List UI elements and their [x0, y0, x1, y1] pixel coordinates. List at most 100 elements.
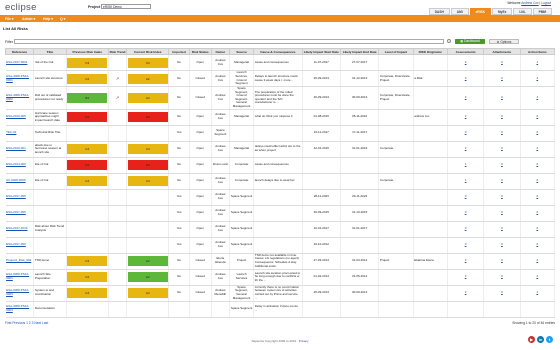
action-items-count[interactable]: 2 [520, 253, 556, 270]
assessments-count[interactable]: 2 [447, 285, 485, 302]
action-items-count-link[interactable]: 0 [536, 194, 538, 198]
action-items-count-link[interactable]: 0 [536, 178, 538, 182]
risk-reference[interactable]: ESA-2017-1019 [5, 221, 35, 238]
table-row[interactable]: Project1_Risk_002 TSR demo C3 A2 No Closed Ele… [5, 253, 556, 270]
attachments-count[interactable]: 0 [483, 70, 521, 87]
attachments-count-link[interactable]: 0 [501, 290, 503, 294]
action-items-count[interactable]: 0 [520, 205, 556, 222]
action-items-count-link[interactable]: 1 [536, 60, 538, 64]
attachments-count-link[interactable]: 0 [501, 95, 503, 99]
attachments-count[interactable]: 0 [483, 109, 521, 126]
pagination[interactable]: First Previous 1 2 3 Next Last [5, 321, 48, 325]
privacy-link[interactable]: Privacy [299, 339, 309, 343]
risk-reference[interactable]: ESA-2016-005 [5, 109, 35, 126]
attachments-count-link[interactable]: 0 [501, 130, 503, 134]
risk-reference[interactable]: ESA-4008-PS42-0004 [5, 301, 35, 318]
youtube-icon[interactable]: ▶ [528, 336, 535, 343]
tab-ami[interactable]: AMI [450, 8, 469, 15]
assessments-count[interactable]: 3 [447, 70, 485, 87]
menu-help[interactable]: Help ▾ [43, 17, 53, 21]
assessments-count-link[interactable]: 2 [465, 290, 467, 294]
table-row[interactable]: ESA-2017-0001 risk of the risk C3 C3 No Open A… [5, 54, 556, 71]
action-items-count[interactable]: 1 [520, 54, 556, 71]
assessments-count[interactable]: 2 [447, 54, 485, 71]
table-row[interactable]: ESA-4008-PS42-0001 Launch site structure C… [5, 70, 556, 87]
assessments-count-link[interactable]: 0 [465, 242, 467, 246]
tab-erisk[interactable]: eRISK [469, 8, 492, 15]
assessments-count[interactable]: 0 [447, 221, 485, 238]
risk-reference-link[interactable]: ESA-4008-PS42-0004 [6, 304, 29, 312]
attachments-count-link[interactable]: 0 [501, 242, 503, 246]
tab-lnl[interactable]: LNL [513, 8, 532, 15]
risk-reference[interactable]: ESA-2017-006 [5, 205, 35, 222]
risk-reference-link[interactable]: ESA-2017-006 [6, 210, 26, 214]
action-items-count[interactable]: 4 [520, 86, 556, 110]
pagination-links[interactable]: First Previous 1 2 3 Next Last [5, 321, 48, 325]
risk-reference-link[interactable]: ESA-2017-009 [6, 194, 26, 198]
attachments-count[interactable]: 0 [483, 54, 521, 71]
risk-reference[interactable]: TEC-01 [5, 125, 35, 142]
assessments-count-link[interactable]: 3 [465, 95, 467, 99]
user-link[interactable]: Andrew Cox [521, 1, 538, 5]
risk-reference-link[interactable]: ESA-6008-PS42-0003 [6, 288, 29, 296]
action-items-count[interactable] [520, 301, 556, 318]
risk-reference-link[interactable]: ESA-2016-001 [6, 146, 26, 150]
action-items-count-link[interactable]: 1 [536, 290, 538, 294]
linkedin-icon[interactable]: in [537, 336, 544, 343]
table-row[interactable]: ESA-2017-1019 Risk about Risk Trend Analy… [5, 221, 556, 238]
assessments-count-link[interactable]: 0 [465, 130, 467, 134]
twitter-icon[interactable]: t [546, 336, 553, 343]
attachments-count[interactable]: 0 [483, 253, 521, 270]
action-items-count-link[interactable]: 0 [536, 130, 538, 134]
assessments-count-link[interactable]: 3 [465, 274, 467, 278]
table-row[interactable]: ESA-2017-000 Yes Open Andrew Cox Space Segme… [5, 237, 556, 254]
table-row[interactable]: ESA-4008-PS42-0002 Roll out of validated … [5, 86, 556, 110]
risk-reference[interactable]: ESA-6008-PS42-0003 [5, 285, 35, 302]
attachments-count-link[interactable]: 0 [501, 226, 503, 230]
assessments-count[interactable]: 1 [447, 157, 485, 174]
action-items-count-link[interactable]: 0 [536, 226, 538, 230]
risk-reference-link[interactable]: TEC-01 [6, 130, 16, 134]
table-row[interactable]: AC-6006-0009 title of risk C4 C4 No Open Andre… [5, 173, 556, 190]
attachments-count-link[interactable]: 0 [501, 162, 503, 166]
attachments-count-link[interactable]: 0 [501, 194, 503, 198]
action-items-count[interactable]: 0 [520, 125, 556, 142]
table-row[interactable]: TEC-01 Technical Risk Title Yes Open Space S… [5, 125, 556, 142]
attachments-count[interactable]: 0 [483, 141, 521, 158]
risk-reference[interactable]: ESA-2017-009 [5, 189, 35, 206]
risk-reference-link[interactable]: ESA-4008-PS42-0002 [6, 93, 29, 101]
project-select[interactable]: eRISK Demo [101, 3, 151, 9]
action-items-count-link[interactable]: 2 [536, 76, 538, 80]
risk-reference[interactable]: ESA-4008-PS42-0001 [5, 70, 35, 87]
filter-search-icon[interactable] [447, 39, 451, 43]
attachments-count[interactable] [483, 301, 521, 318]
assessments-count[interactable]: 0 [447, 237, 485, 254]
attachments-count-link[interactable]: 0 [501, 274, 503, 278]
risk-reference[interactable]: ESA-2017-0001 [5, 54, 35, 71]
assessments-count[interactable]: 3 [447, 269, 485, 286]
attachments-count[interactable]: 0 [483, 285, 521, 302]
attachments-count[interactable]: 0 [483, 86, 521, 110]
assessments-count[interactable]: 3 [447, 86, 485, 110]
action-items-count-link[interactable]: 2 [536, 274, 538, 278]
assessments-count-link[interactable]: 3 [465, 76, 467, 80]
attachments-count[interactable]: 0 [483, 125, 521, 142]
table-row[interactable]: ESA-2014-000 title of risk D4 D4 No Open Ross … [5, 157, 556, 174]
table-row[interactable]: ESA-2016-005 Hurricane season approaches … [5, 109, 556, 126]
risk-reference-link[interactable]: ESA-2014-000 [6, 162, 26, 166]
attachments-count-link[interactable]: 0 [501, 76, 503, 80]
assessments-count-link[interactable]: 3 [465, 258, 467, 262]
menu-search[interactable]: Q ▾ [60, 17, 65, 21]
attachments-count-link[interactable]: 0 [501, 210, 503, 214]
action-items-count-link[interactable]: 0 [536, 114, 538, 118]
risk-reference[interactable]: ESA-4008-PS42-0002 [5, 86, 35, 110]
attachments-count[interactable]: 0 [483, 221, 521, 238]
risk-reference[interactable]: ESA-6008-PS42-0001 [5, 269, 35, 286]
action-items-count[interactable]: 0 [520, 173, 556, 190]
risk-reference-link[interactable]: AC-6006-0009 [6, 178, 26, 182]
action-items-count-link[interactable]: 0 [536, 242, 538, 246]
risk-reference[interactable]: ESA-2014-000 [5, 157, 35, 174]
assessments-count[interactable]: 3 [447, 253, 485, 270]
attachments-count-link[interactable]: 0 [501, 178, 503, 182]
assessments-count-link[interactable]: 0 [465, 226, 467, 230]
